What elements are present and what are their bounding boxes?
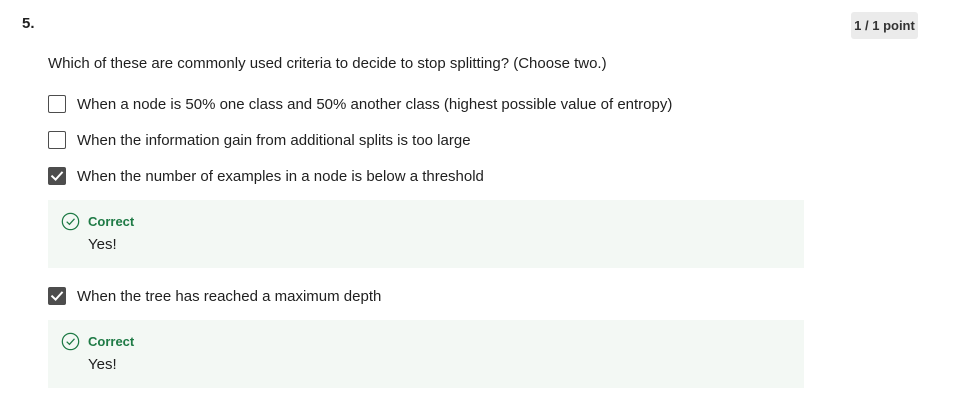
check-circle-icon [61, 332, 80, 351]
checkbox-unchecked[interactable] [48, 131, 66, 149]
feedback-message: Yes! [88, 356, 117, 373]
points-badge: 1 / 1 point [851, 12, 918, 39]
checkbox-checked[interactable] [48, 287, 66, 305]
answer-option-1[interactable]: When a node is 50% one class and 50% ano… [48, 95, 672, 113]
check-icon [50, 291, 64, 302]
feedback-panel: Correct Yes! [48, 200, 804, 268]
answer-option-label: When the tree has reached a maximum dept… [77, 287, 382, 305]
checkbox-unchecked[interactable] [48, 95, 66, 113]
checkbox-checked[interactable] [48, 167, 66, 185]
answer-option-label: When the information gain from additiona… [77, 131, 471, 149]
answer-option-label: When the number of examples in a node is… [77, 167, 484, 185]
feedback-status: Correct [88, 214, 135, 229]
question-number: 5. [22, 15, 35, 32]
answer-option-label: When a node is 50% one class and 50% ano… [77, 95, 673, 113]
question-prompt: Which of these are commonly used criteri… [48, 55, 607, 72]
answer-option-4[interactable]: When the tree has reached a maximum dept… [48, 287, 381, 305]
feedback-message: Yes! [88, 236, 117, 253]
feedback-panel: Correct Yes! [48, 320, 804, 388]
check-icon [50, 171, 64, 182]
check-circle-icon [61, 212, 80, 231]
answer-option-2[interactable]: When the information gain from additiona… [48, 131, 471, 149]
feedback-status: Correct [88, 334, 135, 349]
answer-option-3[interactable]: When the number of examples in a node is… [48, 167, 484, 185]
